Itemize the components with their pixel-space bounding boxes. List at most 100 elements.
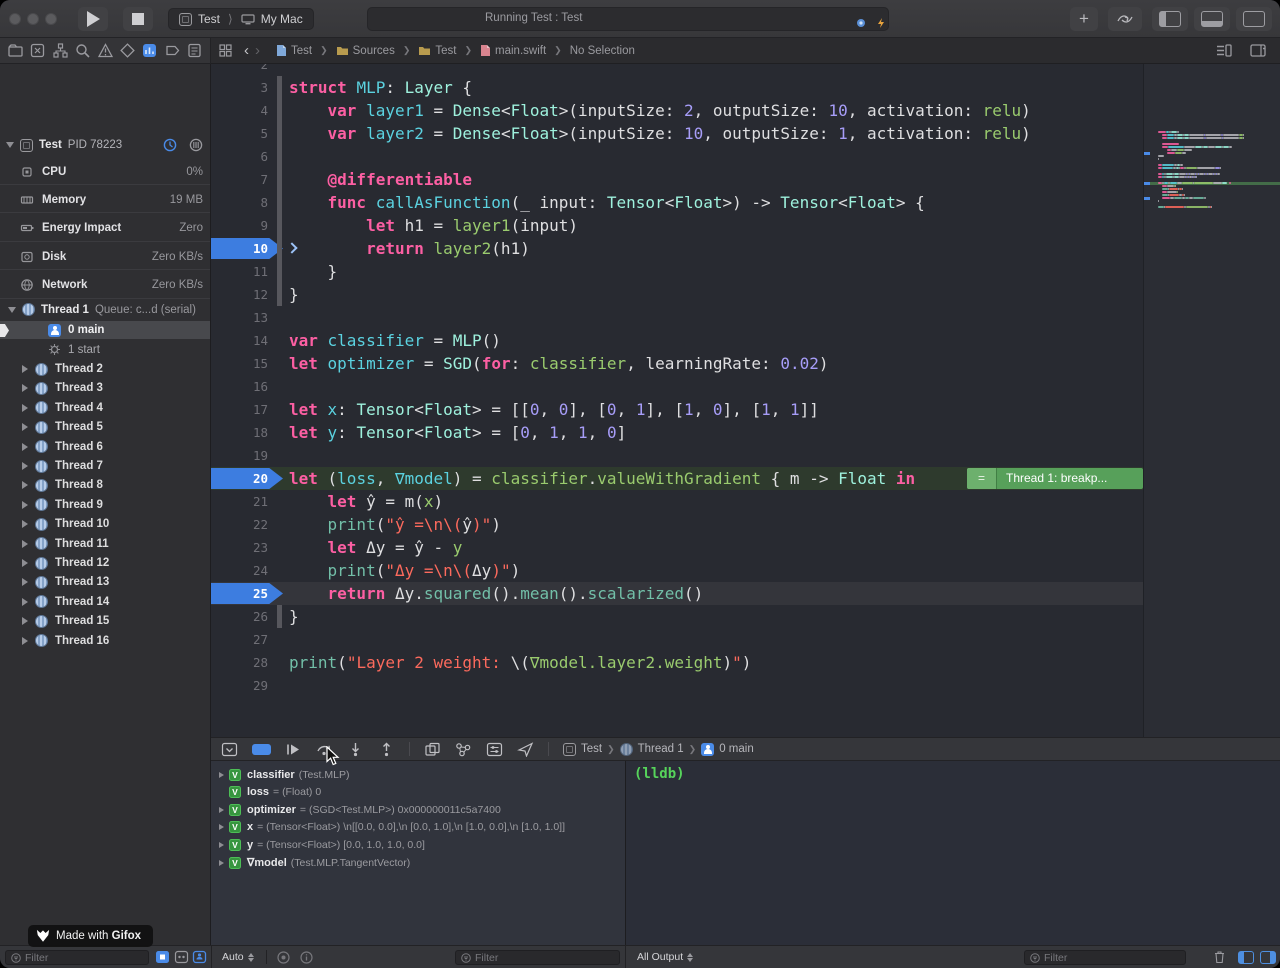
thread-row[interactable]: Thread 5 (0, 418, 211, 436)
breadcrumb-item[interactable]: Test (276, 44, 312, 57)
thread-1-row[interactable]: Thread 1Queue: c...d (serial) (0, 301, 211, 318)
code-line-19[interactable]: 19 (211, 444, 1143, 467)
source-editor[interactable]: 23struct MLP: Layer {4 var layer1 = Dens… (211, 64, 1143, 737)
gauge-row-cpu[interactable]: CPU0% (0, 159, 211, 185)
flag-circle-icon[interactable] (277, 951, 290, 964)
code-line-24[interactable]: 24 print("Δy =\n\(Δy)") (211, 559, 1143, 582)
disclosure-triangle-icon[interactable] (22, 520, 28, 528)
console-filter-field[interactable]: Filter (1024, 950, 1186, 965)
console[interactable]: (lldb) (625, 761, 1280, 945)
code-line-4[interactable]: 4 var layer1 = Dense<Float>(inputSize: 2… (211, 99, 1143, 122)
thread-row[interactable]: Thread 7 (0, 457, 211, 475)
gauge-row-energy-impact[interactable]: Energy ImpactZero (0, 216, 211, 242)
disclosure-triangle-icon[interactable] (22, 540, 28, 548)
code-line-20[interactable]: 20let (loss, ∇model) = classifier.valueW… (211, 467, 1143, 490)
code-line-9[interactable]: 9 let h1 = layer1(input) (211, 214, 1143, 237)
toggle-variables-view-button[interactable] (1238, 951, 1254, 964)
code-line-14[interactable]: 14var classifier = MLP() (211, 329, 1143, 352)
run-button[interactable] (78, 7, 108, 31)
info-circle-icon[interactable] (300, 951, 313, 964)
profile-in-instruments-icon[interactable] (163, 138, 177, 152)
code-line-23[interactable]: 23 let Δy = ŷ - y (211, 536, 1143, 559)
add-editor-icon[interactable] (1250, 44, 1266, 57)
code-line-16[interactable]: 16 (211, 375, 1143, 398)
gauge-row-network[interactable]: NetworkZero KB/s (0, 273, 211, 299)
thread-row[interactable]: Thread 3 (0, 379, 211, 397)
code-line-7[interactable]: 7 @differentiable (211, 168, 1143, 191)
code-review-button[interactable] (1108, 7, 1142, 31)
adjust-editor-icon[interactable] (1216, 44, 1232, 57)
disclosure-triangle-icon[interactable] (219, 772, 224, 778)
activity-orange-icon[interactable] (876, 15, 886, 25)
breadcrumb-item[interactable]: Test (418, 45, 456, 57)
thread-row[interactable]: Thread 8 (0, 476, 211, 494)
disclosure-triangle-icon[interactable] (219, 860, 224, 866)
variable-row-1[interactable]: Vloss= (Float) 0 (211, 784, 625, 801)
forward-button[interactable]: › (255, 42, 260, 59)
project-navigator-icon[interactable] (8, 43, 23, 58)
thread-row[interactable]: Thread 12 (0, 554, 211, 572)
code-line-29[interactable]: 29 (211, 674, 1143, 697)
disclosure-triangle-icon[interactable] (219, 842, 224, 848)
code-line-25[interactable]: 25 return Δy.squared().mean().scalarized… (211, 582, 1143, 605)
breakpoints-toggle-button[interactable] (252, 744, 271, 755)
code-line-13[interactable]: 13 (211, 306, 1143, 329)
find-navigator-icon[interactable] (75, 43, 90, 58)
disclosure-triangle-icon[interactable] (22, 598, 28, 606)
report-navigator-icon[interactable] (187, 43, 202, 58)
code-line-8[interactable]: 8 func callAsFunction(_ input: Tensor<Fl… (211, 191, 1143, 214)
test-navigator-icon[interactable] (120, 43, 135, 58)
disclosure-triangle-icon[interactable] (6, 142, 14, 148)
debug-navigator-icon[interactable] (142, 43, 157, 58)
variable-row-3[interactable]: Vx= (Tensor<Float>) \n[[0.0, 0.0],\n [0.… (211, 819, 625, 836)
breadcrumb-label[interactable]: 0 main (719, 743, 754, 755)
toggle-inspector-button[interactable] (1236, 7, 1272, 31)
toggle-console-button[interactable] (1260, 951, 1276, 964)
disclosure-triangle-icon[interactable] (219, 824, 224, 830)
disclosure-triangle-icon[interactable] (22, 481, 28, 489)
thread-row[interactable]: Thread 4 (0, 399, 211, 417)
toggle-navigator-button[interactable] (1152, 7, 1188, 31)
console-output-select[interactable]: All Output (637, 951, 693, 963)
continue-button[interactable] (285, 742, 302, 757)
variable-row-5[interactable]: V∇model(Test.MLP.TangentVector) (211, 854, 625, 871)
back-button[interactable]: ‹ (244, 42, 249, 59)
gauge-row-memory[interactable]: Memory19 MB (0, 187, 211, 213)
disclosure-triangle-icon[interactable] (22, 365, 28, 373)
thread-row[interactable]: Thread 9 (0, 496, 211, 514)
variable-row-2[interactable]: Voptimizer= (SGD<Test.MLP>) 0x000000011c… (211, 801, 625, 818)
code-line-22[interactable]: 22 print("ŷ =\n\(ŷ)") (211, 513, 1143, 536)
variables-scope-select[interactable]: Auto (222, 951, 254, 963)
breakpoint-annotation[interactable]: =Thread 1: breakp... (967, 468, 1143, 489)
show-running-filter-icon[interactable] (155, 950, 170, 964)
variables-filter-field[interactable]: Filter (455, 950, 620, 965)
thread-row[interactable]: Thread 13 (0, 573, 211, 591)
code-line-28[interactable]: 28print("Layer 2 weight: \(∇model.layer2… (211, 651, 1143, 674)
scheme-selector[interactable]: Test ⟩ My Mac (168, 8, 314, 30)
breadcrumb-label[interactable]: Thread 1 (638, 743, 684, 755)
stop-button[interactable] (123, 7, 153, 31)
code-line-3[interactable]: 3struct MLP: Layer { (211, 76, 1143, 99)
disclosure-triangle-icon[interactable] (22, 443, 28, 451)
code-line-2[interactable]: 2 (211, 64, 1143, 76)
code-line-6[interactable]: 6 (211, 145, 1143, 168)
traffic-light-zoom[interactable] (45, 13, 57, 25)
disclosure-triangle-icon[interactable] (22, 501, 28, 509)
variable-row-4[interactable]: Vy= (Tensor<Float>) [0.0, 1.0, 1.0, 0.0] (211, 836, 625, 853)
code-line-17[interactable]: 17let x: Tensor<Float> = [[0, 0], [0, 1]… (211, 398, 1143, 421)
disclosure-triangle-icon[interactable] (22, 423, 28, 431)
thread-row[interactable]: Thread 11 (0, 535, 211, 553)
environment-overrides-button[interactable] (486, 742, 503, 757)
code-line-26[interactable]: 26} (211, 605, 1143, 628)
annotation-equals-chip[interactable]: = (967, 468, 997, 489)
disclosure-triangle-icon[interactable] (22, 637, 28, 645)
step-into-button[interactable] (347, 742, 364, 757)
thread-row[interactable]: Thread 15 (0, 612, 211, 630)
memory-graph-button[interactable] (455, 742, 472, 757)
breakpoint-navigator-icon[interactable] (165, 43, 180, 58)
step-out-button[interactable] (378, 742, 395, 757)
breadcrumb-label[interactable]: Test (581, 743, 602, 755)
stack-frame-row[interactable]: 0 main (0, 321, 211, 339)
breadcrumb-item[interactable]: main.swift (480, 44, 546, 57)
traffic-light-close[interactable] (9, 13, 21, 25)
